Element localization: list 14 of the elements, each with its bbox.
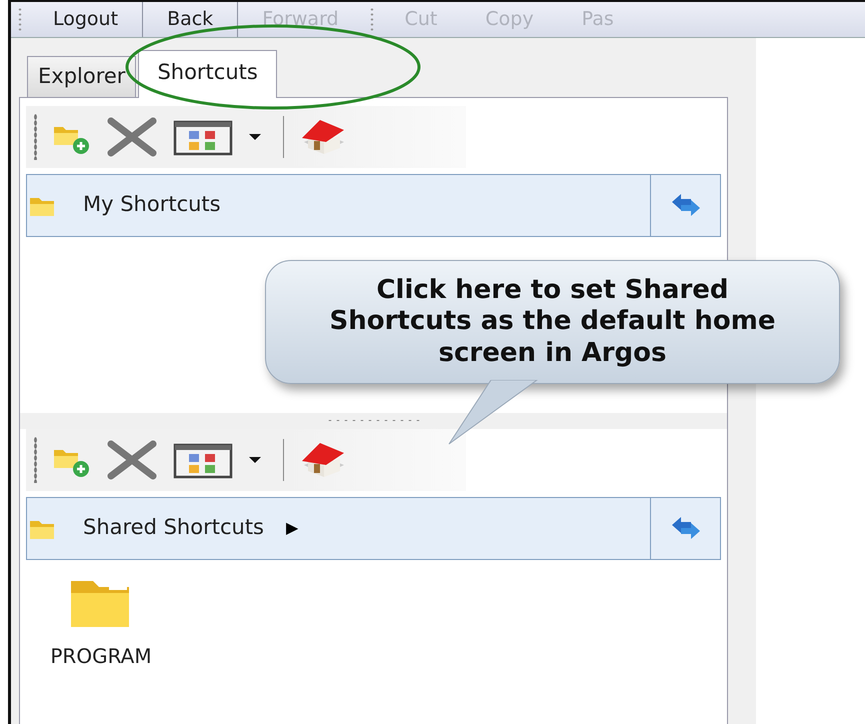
section-title: My Shortcuts <box>83 191 221 218</box>
menu-arrow[interactable]: ▶ <box>286 516 298 540</box>
toolbar-button[interactable]: Back <box>143 2 238 37</box>
splitter-grip[interactable] <box>326 419 422 422</box>
close-icon <box>105 438 159 482</box>
folder-label[interactable]: PROGRAM <box>50 640 152 670</box>
callout-text: Click here to set Shared Shortcuts as the default home screen in Argos <box>328 275 777 369</box>
delete-button[interactable] <box>105 114 159 158</box>
tab[interactable]: Explorer <box>27 56 136 96</box>
toolbar-button[interactable]: Logout <box>29 2 144 37</box>
close-icon <box>105 114 159 158</box>
delete-button[interactable] <box>105 438 159 482</box>
section-title: Shared Shortcuts <box>83 514 264 542</box>
tab[interactable]: Shortcuts <box>138 50 277 98</box>
